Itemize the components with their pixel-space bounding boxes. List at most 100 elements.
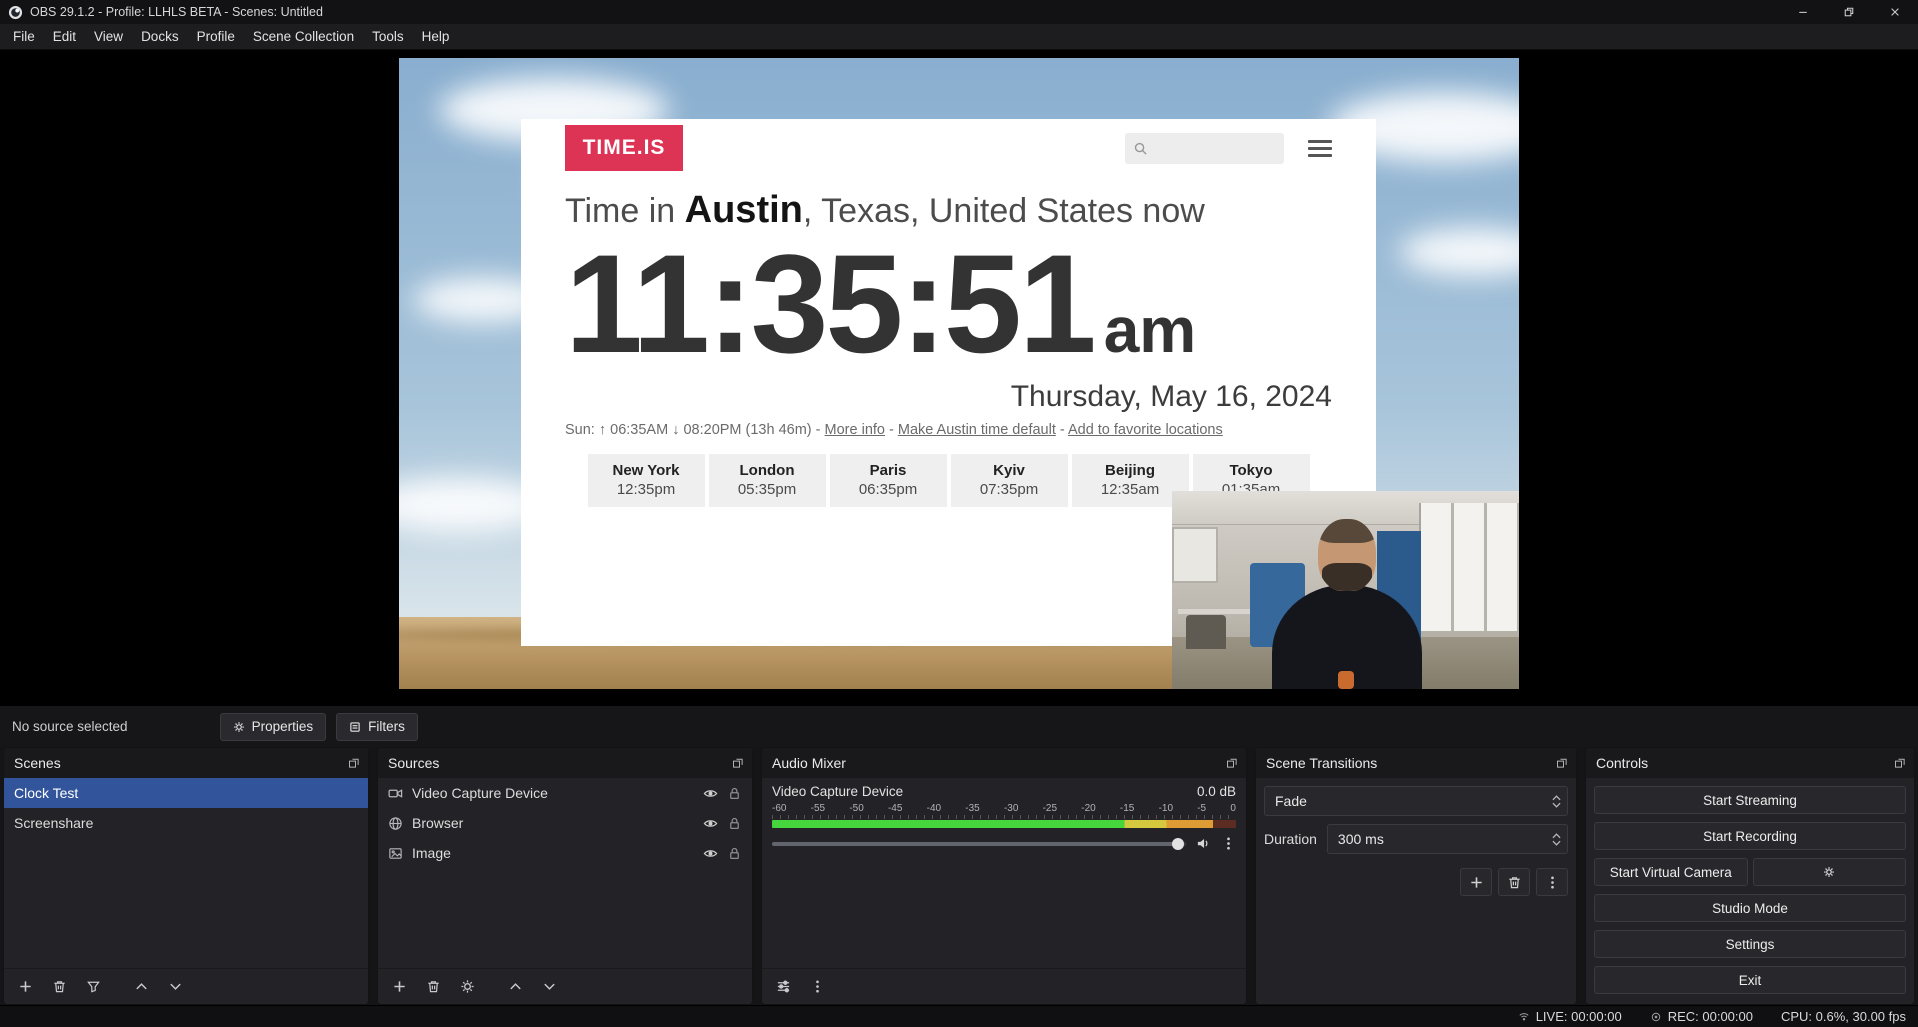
city-kyiv: Kyiv07:35pm — [951, 454, 1068, 507]
visibility-eye-icon[interactable] — [703, 816, 718, 831]
spinbox-arrows-icon[interactable] — [1552, 833, 1561, 846]
chevron-up-icon — [508, 979, 523, 994]
filter-icon — [86, 979, 101, 994]
close-button[interactable] — [1872, 0, 1918, 24]
lock-icon[interactable] — [727, 786, 742, 801]
menu-docks[interactable]: Docks — [132, 24, 188, 49]
mixer-tick-marks — [772, 815, 1236, 819]
source-move-up-button[interactable] — [500, 974, 530, 1000]
settings-button[interactable]: Settings — [1594, 930, 1906, 958]
start-virtual-camera-button[interactable]: Start Virtual Camera — [1594, 858, 1748, 886]
kebab-menu-icon[interactable] — [1221, 836, 1236, 851]
scenes-toolbar — [4, 968, 368, 1004]
visibility-eye-icon[interactable] — [703, 846, 718, 861]
menu-help[interactable]: Help — [413, 24, 459, 49]
gear-icon — [460, 979, 475, 994]
scenes-title: Scenes — [14, 755, 61, 771]
source-item-image[interactable]: Image — [378, 838, 752, 868]
title-bar: OBS 29.1.2 - Profile: LLHLS BETA - Scene… — [0, 0, 1918, 24]
search-icon — [1133, 141, 1148, 156]
menu-file[interactable]: File — [4, 24, 44, 49]
popout-icon[interactable] — [732, 757, 744, 769]
duration-label: Duration — [1264, 831, 1317, 847]
camera-icon — [388, 786, 403, 801]
audio-mixer-dock: Audio Mixer Video Capture Device 0.0 dB … — [761, 747, 1247, 1005]
scene-filters-button[interactable] — [78, 974, 108, 1000]
add-transition-button[interactable] — [1460, 868, 1492, 896]
mixer-channel-name: Video Capture Device — [772, 784, 903, 799]
remove-scene-button[interactable] — [44, 974, 74, 1000]
record-icon — [1650, 1011, 1662, 1023]
chevron-down-icon — [168, 979, 183, 994]
transition-properties-button[interactable] — [1536, 868, 1568, 896]
virtual-camera-config-button[interactable] — [1753, 858, 1907, 886]
mixer-menu-button[interactable] — [802, 974, 832, 1000]
source-status-text: No source selected — [12, 719, 128, 734]
start-recording-button[interactable]: Start Recording — [1594, 822, 1906, 850]
cpu-status: CPU: 0.6%, 30.00 fps — [1781, 1009, 1906, 1024]
transitions-dock-header: Scene Transitions — [1256, 748, 1576, 778]
select-arrows-icon — [1552, 795, 1561, 808]
duration-spinbox[interactable]: 300 ms — [1327, 824, 1568, 854]
scene-item-screenshare[interactable]: Screenshare — [4, 808, 368, 838]
window-title: OBS 29.1.2 - Profile: LLHLS BETA - Scene… — [30, 5, 1780, 19]
obs-logo-icon — [8, 5, 23, 20]
menu-tools[interactable]: Tools — [363, 24, 413, 49]
sliders-icon — [776, 979, 791, 994]
controls-dock-header: Controls — [1586, 748, 1914, 778]
status-bar: LIVE: 00:00:00 REC: 00:00:00 CPU: 0.6%, … — [0, 1005, 1918, 1027]
scene-move-up-button[interactable] — [126, 974, 156, 1000]
hamburger-menu-icon — [1308, 140, 1332, 157]
sources-dock-header: Sources — [378, 748, 752, 778]
kebab-menu-icon — [810, 979, 825, 994]
studio-mode-button[interactable]: Studio Mode — [1594, 894, 1906, 922]
popout-icon[interactable] — [348, 757, 360, 769]
scene-transitions-dock: Scene Transitions Fade Duration 300 ms — [1255, 747, 1577, 1005]
remove-source-button[interactable] — [418, 974, 448, 1000]
audio-mixer-dock-header: Audio Mixer — [762, 748, 1246, 778]
preview-canvas[interactable]: TIME.IS Time in Austin, Texas, United St… — [399, 58, 1519, 689]
advanced-audio-button[interactable] — [768, 974, 798, 1000]
lock-icon[interactable] — [727, 846, 742, 861]
plus-icon — [1469, 875, 1484, 890]
properties-button[interactable]: Properties — [220, 713, 327, 741]
exit-button[interactable]: Exit — [1594, 966, 1906, 994]
sources-dock: Sources Video Capture Device Browser Ima… — [377, 747, 753, 1005]
scene-move-down-button[interactable] — [160, 974, 190, 1000]
popout-icon[interactable] — [1894, 757, 1906, 769]
restore-button[interactable] — [1826, 0, 1872, 24]
timeis-clock: 11:35:51am — [565, 234, 1332, 374]
sources-title: Sources — [388, 755, 439, 771]
popout-icon[interactable] — [1556, 757, 1568, 769]
menu-scene-collection[interactable]: Scene Collection — [244, 24, 363, 49]
source-item-browser[interactable]: Browser — [378, 808, 752, 838]
mixer-channel: Video Capture Device 0.0 dB -60-55-50-45… — [762, 778, 1246, 851]
popout-icon[interactable] — [1226, 757, 1238, 769]
menu-edit[interactable]: Edit — [44, 24, 85, 49]
volume-slider[interactable] — [772, 842, 1186, 846]
controls-title: Controls — [1596, 755, 1648, 771]
scene-item-clock-test[interactable]: Clock Test — [4, 778, 368, 808]
menu-profile[interactable]: Profile — [188, 24, 244, 49]
start-streaming-button[interactable]: Start Streaming — [1594, 786, 1906, 814]
remove-transition-button[interactable] — [1498, 868, 1530, 896]
mixer-scale: -60-55-50-45-40-35-30-25-20-15-10-50 — [772, 803, 1236, 814]
city-paris: Paris06:35pm — [830, 454, 947, 507]
source-item-video-capture-device[interactable]: Video Capture Device — [378, 778, 752, 808]
add-source-button[interactable] — [384, 974, 414, 1000]
filters-button[interactable]: Filters — [336, 713, 418, 741]
source-properties-button[interactable] — [452, 974, 482, 1000]
minimize-button[interactable] — [1780, 0, 1826, 24]
visibility-eye-icon[interactable] — [703, 786, 718, 801]
transition-select[interactable]: Fade — [1264, 786, 1568, 816]
speaker-icon[interactable] — [1196, 836, 1211, 851]
lock-icon[interactable] — [727, 816, 742, 831]
source-toolbar: No source selected Properties Filters — [0, 705, 1918, 747]
menu-view[interactable]: View — [85, 24, 132, 49]
source-move-down-button[interactable] — [534, 974, 564, 1000]
volume-slider-handle[interactable] — [1172, 838, 1184, 850]
add-scene-button[interactable] — [10, 974, 40, 1000]
rec-status: REC: 00:00:00 — [1650, 1009, 1753, 1024]
cloud — [1399, 228, 1519, 276]
image-icon — [388, 846, 403, 861]
